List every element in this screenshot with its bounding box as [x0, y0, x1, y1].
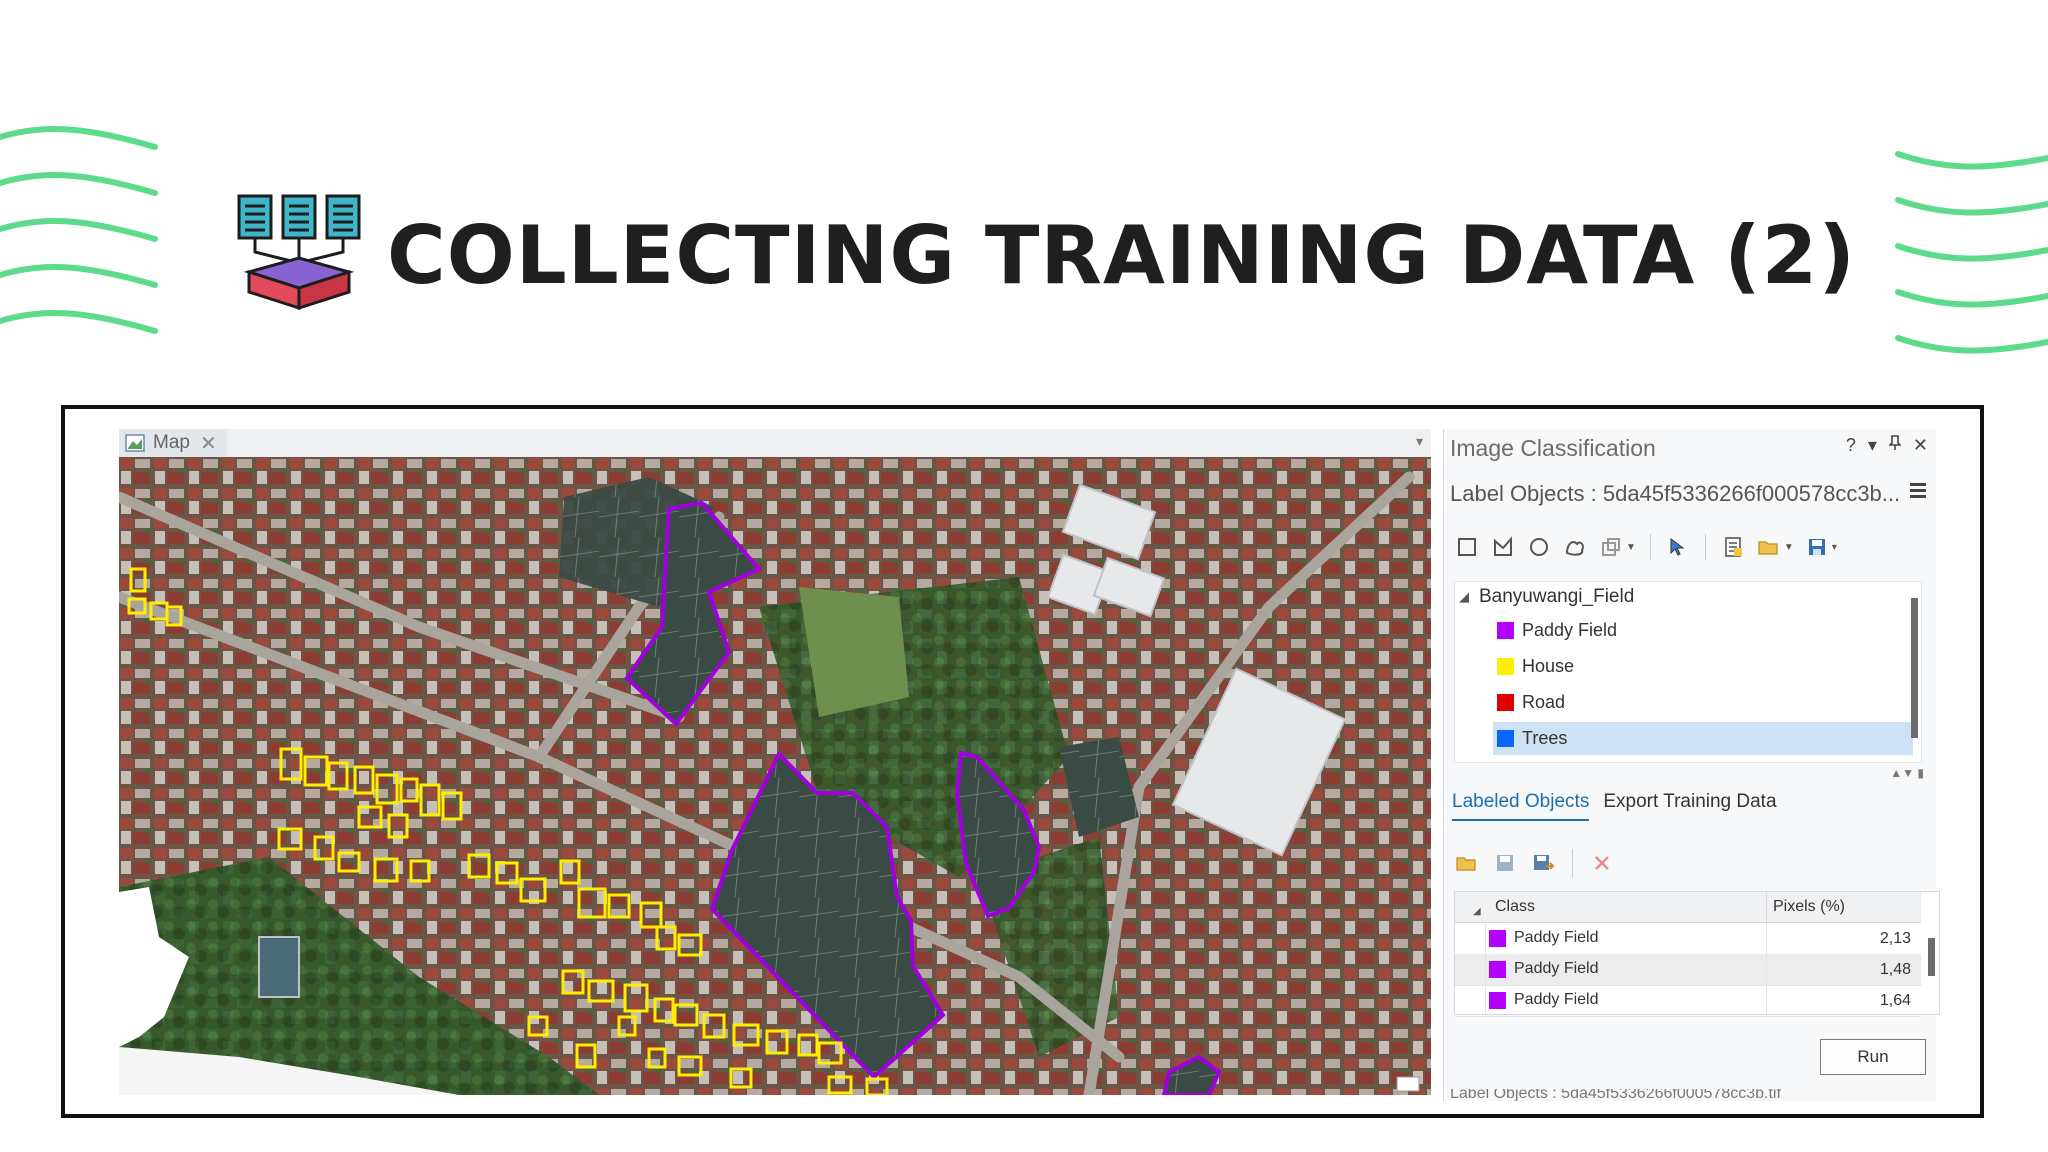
- circle-tool-icon[interactable]: [1526, 534, 1552, 560]
- folder-open-icon[interactable]: [1454, 850, 1480, 876]
- column-header-pixels[interactable]: Pixels (%): [1773, 898, 1845, 916]
- polygon-tool-icon[interactable]: [1490, 534, 1516, 560]
- schema-new-icon[interactable]: [1720, 534, 1746, 560]
- tree-root[interactable]: ◢ Banyuwangi_Field: [1459, 586, 1634, 608]
- map-view: Map ✕ ▾: [119, 429, 1431, 1099]
- tab-labeled-objects[interactable]: Labeled Objects: [1452, 791, 1590, 821]
- chevron-down-icon[interactable]: ▼: [1784, 542, 1794, 553]
- page-title: COLLECTING TRAINING DATA (2): [387, 208, 1856, 302]
- class-color-swatch: [1497, 658, 1514, 675]
- dataset-stack-icon: [237, 194, 361, 311]
- select-cursor-icon[interactable]: [1665, 534, 1691, 560]
- chevron-down-icon[interactable]: ▾: [1832, 542, 1837, 553]
- close-icon[interactable]: ✕: [200, 431, 217, 456]
- toolbar-divider: [1704, 534, 1706, 560]
- row-class: Paddy Field: [1514, 991, 1599, 1008]
- tab-label: Map: [153, 432, 190, 453]
- column-header-class[interactable]: Class: [1495, 898, 1535, 916]
- folder-open-icon[interactable]: [1756, 534, 1782, 560]
- tree-root-label: Banyuwangi_Field: [1479, 586, 1635, 607]
- class-label: House: [1522, 656, 1575, 676]
- run-button[interactable]: Run: [1820, 1039, 1926, 1075]
- wave-decoration-left: [0, 126, 158, 334]
- status-text: Label Objects : 5da45f5336266f000578cc3b…: [1450, 1089, 1781, 1101]
- map-icon: [125, 434, 145, 452]
- class-color-swatch: [1497, 622, 1514, 639]
- class-schema-tree: ◢ Banyuwangi_Field Paddy Field House Roa…: [1454, 581, 1922, 763]
- table-row[interactable]: Paddy Field 1,48: [1455, 954, 1921, 986]
- close-icon[interactable]: ✕: [1913, 435, 1928, 456]
- row-pixels: 1,64: [1879, 992, 1911, 1009]
- pane-title: Image Classification: [1450, 435, 1656, 461]
- satellite-map-canvas[interactable]: [119, 457, 1431, 1095]
- wave-decoration-right: [1895, 151, 2048, 354]
- rectangle-tool-icon[interactable]: [1454, 534, 1480, 560]
- class-item-paddy-field[interactable]: Paddy Field: [1493, 614, 1913, 647]
- freehand-tool-icon[interactable]: [1562, 534, 1588, 560]
- labeled-objects-table: ◢ Class Pixels (%) Paddy Field 2,13 Padd…: [1454, 891, 1940, 1017]
- chevron-down-icon[interactable]: ▾: [1868, 435, 1877, 456]
- labeled-objects-toolbar: [1454, 849, 1615, 877]
- tab-map[interactable]: Map ✕: [119, 429, 227, 457]
- sort-corner-icon[interactable]: ◢: [1473, 906, 1481, 917]
- class-color-swatch: [1489, 929, 1506, 947]
- screenshot-frame: Map ✕ ▾ Image Classification ? ▾ ✕ Label…: [61, 405, 1984, 1118]
- class-item-house[interactable]: House: [1493, 650, 1913, 683]
- table-scrollbar[interactable]: [1925, 922, 1937, 1012]
- row-class: Paddy Field: [1514, 929, 1599, 946]
- segment-select-icon[interactable]: [1598, 534, 1624, 560]
- map-tab-bar: Map ✕ ▾: [119, 429, 1431, 458]
- pane-tabs: Labeled Objects Export Training Data: [1452, 791, 1777, 821]
- status-strip: Label Objects : 5da45f5336266f000578cc3b…: [1444, 1089, 1936, 1101]
- table-row[interactable]: Paddy Field 2,13: [1455, 923, 1921, 955]
- row-pixels: 2,13: [1879, 930, 1911, 947]
- save-as-icon[interactable]: [1530, 850, 1556, 876]
- delete-icon[interactable]: [1589, 850, 1615, 876]
- table-row[interactable]: Paddy Field 1,64: [1455, 985, 1921, 1017]
- splitter-arrows[interactable]: ▲▼ ▮: [1890, 766, 1924, 780]
- pane-controls: ? ▾ ✕: [1846, 435, 1928, 456]
- class-color-swatch: [1489, 991, 1506, 1009]
- save-icon[interactable]: [1804, 534, 1830, 560]
- class-color-swatch: [1497, 730, 1514, 747]
- row-class: Paddy Field: [1514, 960, 1599, 977]
- image-classification-pane: Image Classification ? ▾ ✕ Label Objects…: [1443, 429, 1940, 1101]
- class-color-swatch: [1489, 960, 1506, 978]
- class-label: Trees: [1522, 728, 1568, 748]
- class-label: Paddy Field: [1522, 620, 1618, 640]
- table-header: ◢ Class Pixels (%): [1455, 892, 1921, 923]
- chevron-down-icon[interactable]: ▼: [1626, 542, 1636, 553]
- save-icon[interactable]: [1492, 850, 1518, 876]
- pin-icon[interactable]: [1887, 435, 1902, 456]
- tab-export-training-data[interactable]: Export Training Data: [1603, 791, 1776, 821]
- schema-title: Label Objects : 5da45f5336266f000578cc3b…: [1450, 481, 1901, 506]
- class-color-swatch: [1497, 694, 1514, 711]
- slide-header: COLLECTING TRAINING DATA (2): [235, 190, 1856, 320]
- help-icon[interactable]: ?: [1846, 435, 1856, 456]
- drawing-toolbar: ▼ ▼ ▾: [1454, 534, 1837, 560]
- class-label: Road: [1522, 692, 1566, 712]
- class-item-road[interactable]: Road: [1493, 686, 1913, 719]
- chevron-down-icon[interactable]: ▾: [1416, 433, 1423, 450]
- toolbar-divider: [1572, 849, 1573, 877]
- class-item-trees[interactable]: Trees: [1493, 722, 1913, 755]
- tree-scrollbar[interactable]: [1909, 590, 1919, 756]
- collapse-arrow-icon[interactable]: ◢: [1459, 589, 1469, 605]
- row-pixels: 1,48: [1879, 961, 1911, 978]
- menu-icon[interactable]: [1908, 479, 1930, 501]
- toolbar-divider: [1649, 534, 1651, 560]
